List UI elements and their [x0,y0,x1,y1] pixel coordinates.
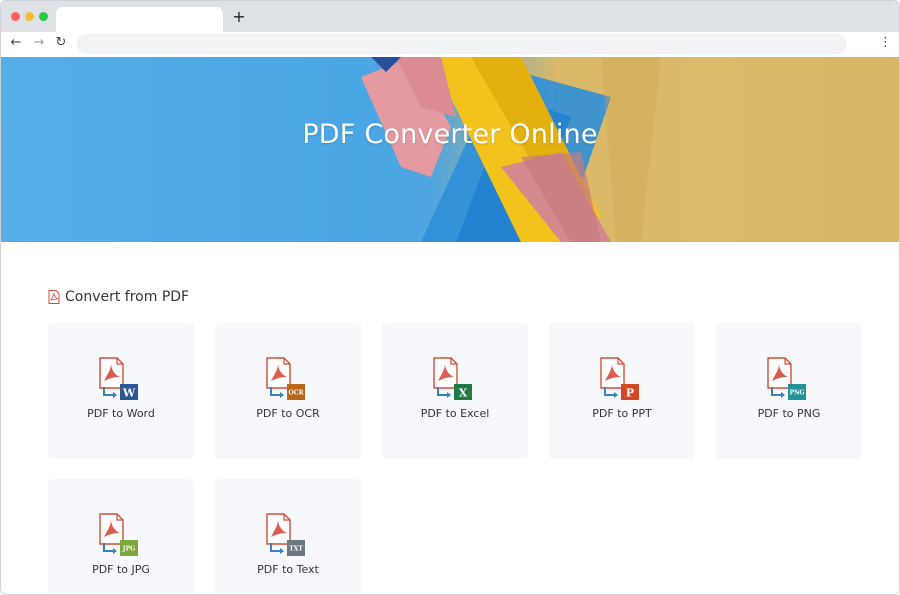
pdf-to-word-icon: W [99,357,138,400]
badge-label: OCR [289,390,305,397]
tool-card-pdf-to-ocr[interactable]: OCR PDF to OCR [215,323,361,459]
minimize-window-button[interactable] [25,12,34,21]
page-title: PDF Converter Online [302,119,598,150]
pdf-to-png-icon: PNG [767,357,806,400]
tool-label: PDF to PPT [592,407,652,420]
tool-card-pdf-to-text[interactable]: TXT PDF to Text [215,479,361,594]
badge-label: TXT [289,546,303,553]
tool-card-pdf-to-ppt[interactable]: P PDF to PPT [549,323,695,459]
maximize-window-button[interactable] [39,12,48,21]
new-tab-button[interactable]: + [231,7,247,27]
browser-window: + ← → ↻ ⋮ PDF Converter Online Convert f… [0,0,900,595]
badge-label: JPG [122,546,135,553]
pdf-to-text-icon: TXT [266,513,305,556]
reload-icon[interactable]: ↻ [53,35,69,53]
close-window-button[interactable] [11,12,20,21]
pdf-to-ppt-icon: P [600,357,639,400]
tool-label: PDF to Excel [420,407,490,420]
tool-label: PDF to Word [87,407,155,420]
tab-strip: + [1,1,899,32]
badge-label: X [459,387,468,400]
tool-card-pdf-to-jpg[interactable]: JPG PDF to JPG [48,479,194,594]
pdf-to-ocr-icon: OCR [266,357,305,400]
more-menu-icon[interactable]: ⋮ [879,35,892,53]
badge-label: W [122,387,136,400]
hero-banner: PDF Converter Online [1,57,899,242]
tool-label: PDF to PNG [757,407,821,420]
address-bar[interactable] [77,34,847,54]
forward-arrow-icon[interactable]: → [31,35,47,53]
browser-tab[interactable] [56,7,223,32]
section-title: Convert from PDF [65,289,190,305]
back-arrow-icon[interactable]: ← [8,35,24,53]
badge-label: PNG [789,390,804,397]
pdf-to-excel-icon: X [433,357,472,400]
tool-card-pdf-to-png[interactable]: PNG PDF to PNG [716,323,862,459]
browser-toolbar: ← → ↻ ⋮ [1,32,899,57]
tool-label: PDF to JPG [92,563,150,576]
pdf-file-icon [48,290,60,304]
badge-label: P [626,387,634,400]
tool-label: PDF to OCR [256,407,320,420]
tool-card-pdf-to-excel[interactable]: X PDF to Excel [382,323,528,459]
tool-label: PDF to Text [257,563,319,576]
pdf-to-jpg-icon: JPG [99,513,138,556]
section-heading: Convert from PDF [48,288,189,306]
tool-card-pdf-to-word[interactable]: W PDF to Word [48,323,194,459]
